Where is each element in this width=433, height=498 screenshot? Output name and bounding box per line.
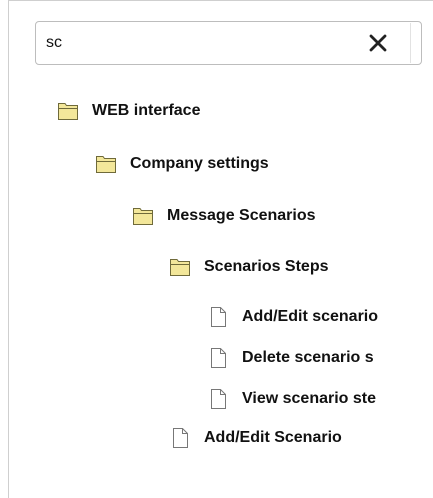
tree-item-view-scenario-steps[interactable]: View scenario ste [207, 384, 376, 414]
document-icon [207, 306, 229, 328]
document-icon [207, 347, 229, 369]
tree-item-scenarios-steps[interactable]: Scenarios Steps [169, 252, 329, 282]
tree-item-company-settings[interactable]: Company settings [95, 149, 269, 179]
close-icon [369, 34, 387, 52]
tree-item-label: View scenario ste [242, 390, 376, 407]
tree-item-add-edit-scenario[interactable]: Add/Edit Scenario [169, 423, 342, 453]
tree-panel: WEB interface Company settings Message S… [8, 0, 433, 498]
search-divider [410, 23, 411, 63]
document-icon [207, 388, 229, 410]
tree-item-delete-scenario-step[interactable]: Delete scenario s [207, 343, 374, 373]
folder-icon [169, 256, 191, 278]
folder-icon [132, 205, 154, 227]
tree-item-label: Add/Edit scenario [242, 308, 379, 325]
tree-item-label: Delete scenario s [242, 349, 374, 366]
tree-item-label: Add/Edit Scenario [204, 429, 342, 446]
search-bar [35, 21, 422, 65]
document-icon [169, 427, 191, 449]
search-input[interactable] [46, 22, 356, 64]
tree-item-web-interface[interactable]: WEB interface [57, 96, 200, 126]
folder-icon [95, 153, 117, 175]
clear-search-button[interactable] [358, 27, 398, 59]
tree-item-label: WEB interface [92, 102, 201, 119]
tree-item-message-scenarios[interactable]: Message Scenarios [132, 201, 316, 231]
tree-item-add-edit-scenario-step[interactable]: Add/Edit scenario [207, 302, 378, 332]
tree-item-label: Scenarios Steps [204, 258, 329, 275]
tree-item-label: Company settings [130, 155, 269, 172]
tree-item-label: Message Scenarios [167, 207, 316, 224]
folder-icon [57, 100, 79, 122]
